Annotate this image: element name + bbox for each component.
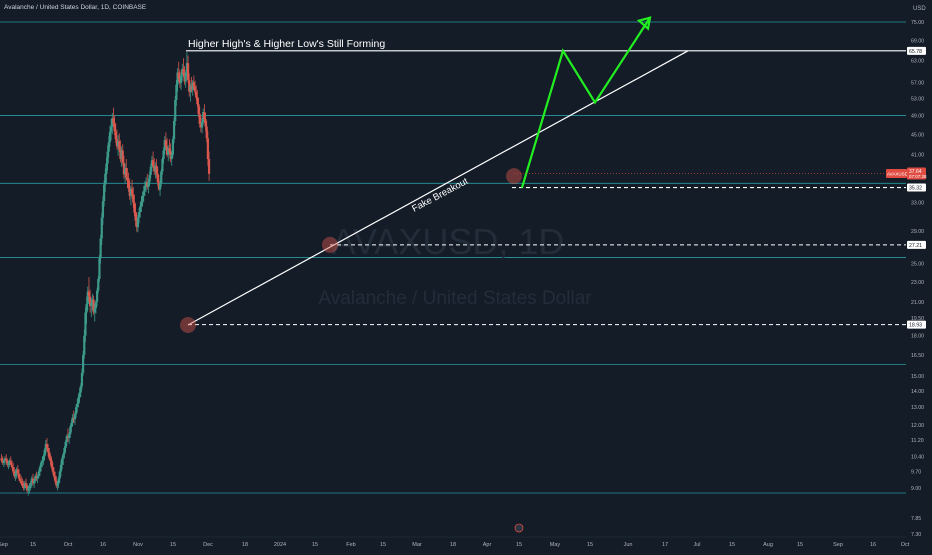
price-tick-label: 49.00	[911, 114, 924, 120]
price-tick-label: 16.50	[911, 353, 924, 359]
currency-label: USD	[913, 6, 926, 12]
price-tick-label: 33.00	[911, 200, 924, 206]
price-tick-label: 25.00	[911, 261, 924, 267]
date-tick-label: Jun	[624, 542, 633, 548]
annotation-top-text: Higher High's & Higher Low's Still Formi…	[188, 38, 385, 50]
date-tick-label: Feb	[346, 542, 355, 548]
date-tick-label: 15	[516, 542, 522, 548]
price-tick-label: 29.00	[911, 229, 924, 235]
level-tag-label: 65.78	[909, 49, 922, 55]
date-tick-label: 16	[870, 542, 876, 548]
date-tick-label: Oct	[901, 542, 910, 548]
price-tick-label: 53.00	[911, 96, 924, 102]
countdown-label: 07:07:28	[909, 174, 927, 179]
date-tick-label: 15	[587, 542, 593, 548]
level-tag-label: 27.21	[909, 243, 922, 249]
date-tick-label: 17	[662, 542, 668, 548]
price-tick-label: 13.00	[911, 405, 924, 411]
date-tick-label: 15	[797, 542, 803, 548]
events-marker-icon	[514, 523, 524, 533]
price-tick-label: 63.00	[911, 58, 924, 64]
price-tick-label: 57.00	[911, 80, 924, 86]
price-tick-label: 9.00	[911, 486, 921, 492]
date-tick-label: Apr	[483, 542, 492, 548]
price-tick-label: 10.40	[911, 454, 924, 460]
price-tick-label: 11.20	[911, 438, 924, 444]
level-tag-label: 35.32	[909, 186, 922, 192]
date-tick-label: 16	[100, 542, 106, 548]
price-tick-label: 7.85	[911, 516, 921, 522]
price-tick-label: 69.00	[911, 38, 924, 44]
date-tick-label: 15	[170, 542, 176, 548]
date-tick-label: Aug	[763, 542, 773, 548]
date-tick-label: Oct	[64, 542, 73, 548]
highlight-circle	[322, 236, 338, 253]
price-tick-label: 12.00	[911, 423, 924, 429]
chart-canvas: AVAXUSD, 1D Avalanche / United States Do…	[0, 0, 932, 550]
date-tick-label: Sep	[0, 542, 8, 548]
date-tick-label: 2024	[274, 542, 286, 548]
date-tick-label: Dec	[203, 542, 213, 548]
price-tick-label: 75.00	[911, 20, 924, 26]
date-tick-label: Sep	[833, 542, 843, 548]
highlight-circle	[506, 168, 522, 185]
date-tick-label: 15	[312, 542, 318, 548]
candle-body	[207, 159, 211, 174]
date-tick-label: 15	[729, 542, 735, 548]
price-tick-label: 7.30	[911, 532, 921, 538]
price-tick-label: 14.00	[911, 389, 924, 395]
price-tick-label: 15.00	[911, 374, 924, 380]
price-tick-label: 41.00	[911, 153, 924, 159]
price-tick-label: 9.70	[911, 470, 921, 476]
date-tick-label: 15	[380, 542, 386, 548]
date-tick-label: Nov	[133, 542, 143, 548]
price-tick-label: 18.00	[911, 334, 924, 340]
chart: AVAXUSD, 1D Avalanche / United States Do…	[0, 0, 932, 550]
symbol-title: Avalanche / United States Dollar, 1D, CO…	[4, 4, 147, 11]
date-tick-label: Mar	[412, 542, 422, 548]
highlight-circle	[180, 316, 196, 333]
date-tick-label: 18	[450, 542, 456, 548]
date-tick-label: May	[550, 542, 561, 548]
price-tick-label: 45.00	[911, 132, 924, 138]
ticker-tag-label: AVAXUSD	[887, 172, 909, 177]
level-tag-label: 18.93	[909, 323, 922, 329]
date-tick-label: Jul	[693, 542, 700, 548]
price-tick-label: 21.00	[911, 300, 924, 306]
watermark-name: Avalanche / United States Dollar	[318, 288, 592, 309]
date-tick-label: 18	[242, 542, 248, 548]
date-tick-label: 15	[30, 542, 36, 548]
price-tick-label: 23.00	[911, 280, 924, 286]
